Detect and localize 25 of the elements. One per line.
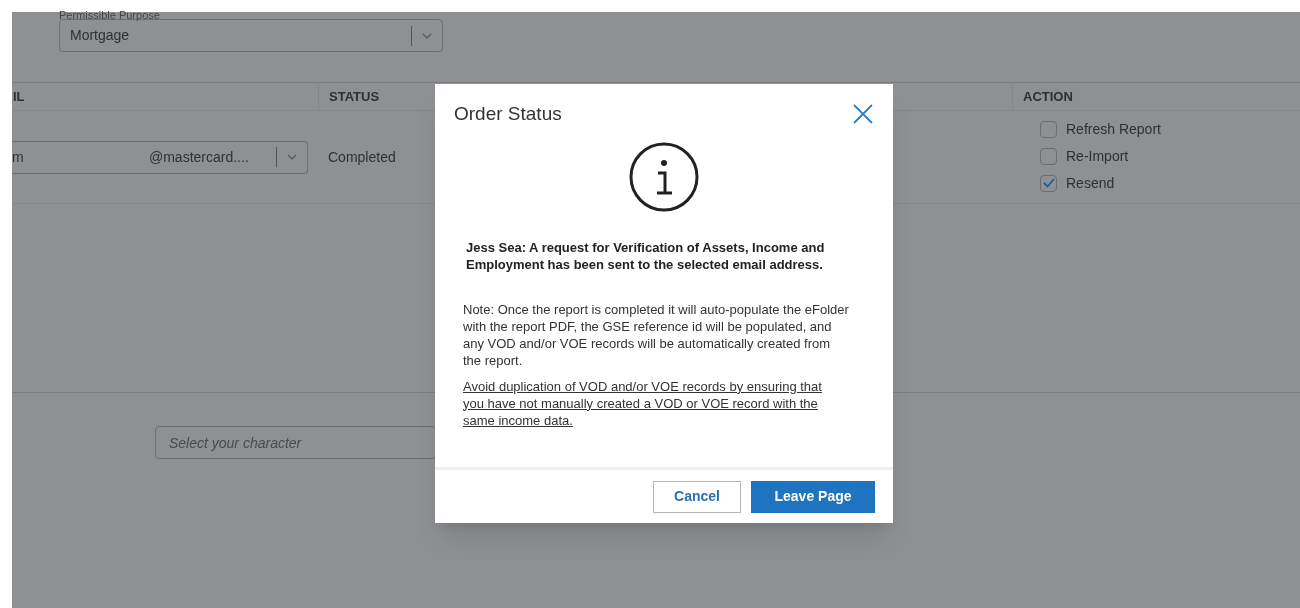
dialog-title: Order Status — [454, 102, 562, 126]
status-text: Completed — [328, 147, 396, 167]
checkbox-label: Re-Import — [1066, 146, 1129, 166]
purpose-dropdown[interactable]: Mortgage — [59, 19, 443, 52]
dropdown-value: Mortgage — [69, 26, 131, 45]
dialog-note: Note: Once the report is completed it will auto-populate the eFolder with the report PDF, the GSE reference id will be populated, and any VOD and/or VOE records will be automatically created from the report. — [463, 300, 849, 369]
close-button[interactable] — [852, 103, 874, 126]
info-icon — [628, 140, 700, 213]
checkbox-label: Resend — [1066, 173, 1115, 193]
checkbox[interactable] — [1040, 147, 1057, 165]
cancel-button[interactable]: Cancel — [653, 480, 741, 513]
leave-page-button[interactable]: Leave Page — [751, 480, 875, 513]
dialog-message: Jess Sea: A request for Verification of Assets, Income and Employment has been sent to the selected email address. — [466, 238, 826, 273]
column-header: IL — [13, 88, 25, 104]
checkbox[interactable] — [1040, 120, 1057, 138]
email-dropdown[interactable]: m @mastercard.... — [12, 140, 308, 174]
character-field[interactable]: Select your character — [155, 426, 436, 459]
checkbox-label: Refresh Report — [1066, 119, 1161, 139]
column-header: STATUS — [329, 87, 380, 106]
dialog-link[interactable]: Avoid duplication of VOD and/or VOE records by ensuring that you have not manually created a VOD or VOE record with the same income data. — [463, 377, 843, 429]
chevron-down-icon — [287, 154, 297, 160]
column-header: ACTION — [1023, 87, 1073, 106]
field-label: Permissible Purpose — [59, 12, 161, 19]
checkbox[interactable] — [1040, 174, 1057, 192]
chevron-down-icon — [422, 32, 432, 39]
